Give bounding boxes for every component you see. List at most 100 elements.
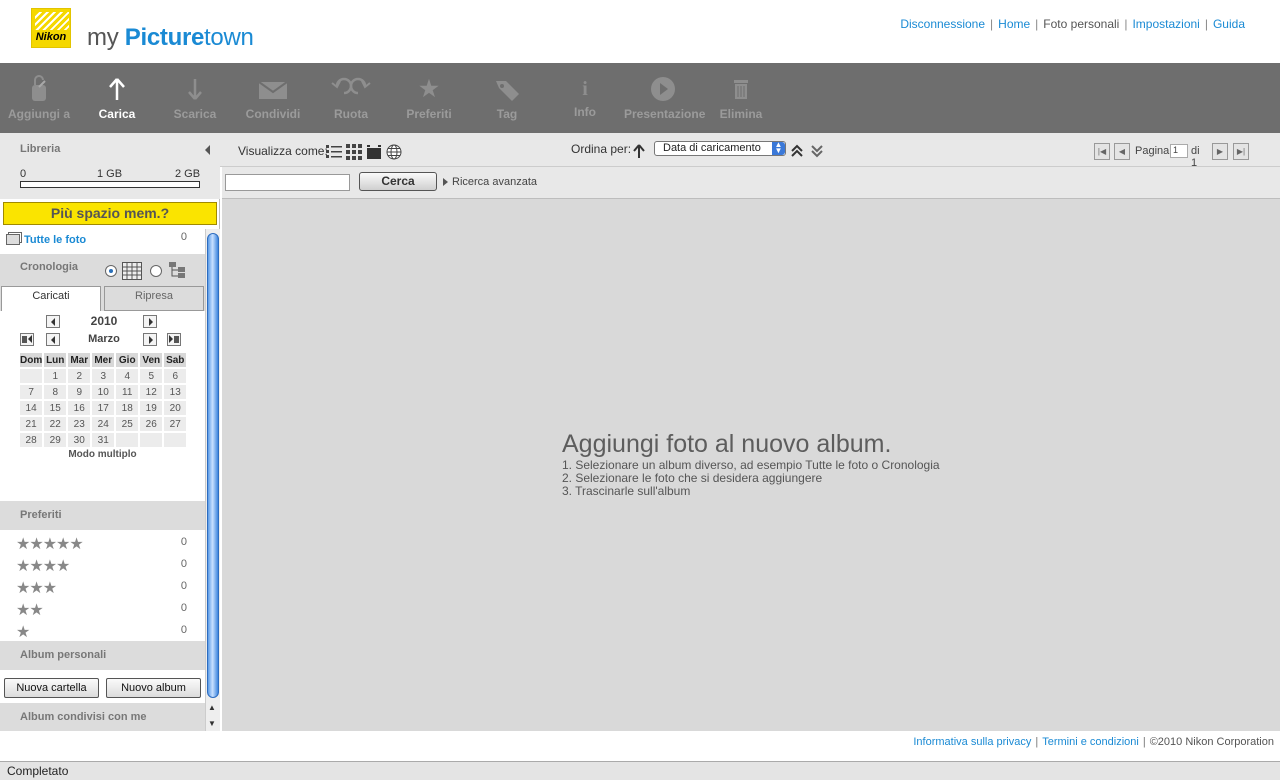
copyright: ©2010 Nikon Corporation xyxy=(1149,736,1274,748)
search-button[interactable]: Cerca xyxy=(359,172,437,191)
calendar-day[interactable]: 29 xyxy=(44,433,67,447)
upload-button[interactable]: Carica xyxy=(78,63,156,133)
first-month-button[interactable] xyxy=(20,333,34,346)
tree-view-radio[interactable] xyxy=(150,265,162,277)
storage-meter: 0 1 GB 2 GB xyxy=(0,167,220,199)
sort-top-icon[interactable] xyxy=(790,143,804,162)
sidebar-scrollbar[interactable]: ▲ ▼ xyxy=(205,229,220,731)
calendar-day[interactable]: 24 xyxy=(92,417,115,431)
brand-title[interactable]: my Picturetown xyxy=(87,24,254,52)
first-page-button[interactable]: |◀ xyxy=(1094,143,1110,160)
shared-albums-header: Album condivisi con me xyxy=(0,703,205,733)
grid-view-icon[interactable] xyxy=(346,144,362,160)
last-month-button[interactable] xyxy=(167,333,181,346)
calendar-day[interactable]: 15 xyxy=(44,401,67,415)
terms-link[interactable]: Termini e condizioni xyxy=(1042,736,1139,748)
rotate-button[interactable]: Ruota xyxy=(312,63,390,133)
favorites-button[interactable]: ★ Preferiti xyxy=(390,63,468,133)
calendar-day[interactable]: 19 xyxy=(140,401,163,415)
calendar-view-radio[interactable] xyxy=(105,265,117,277)
advanced-search-link[interactable]: Ricerca avanzata xyxy=(452,176,537,188)
four-star-icon: ★★★★ xyxy=(16,558,70,575)
calendar-day[interactable]: 25 xyxy=(116,417,139,431)
calendar-day[interactable]: 9 xyxy=(68,385,91,399)
favorites-4-stars[interactable]: ★★★★ 0 xyxy=(0,555,205,577)
calendar-day[interactable]: 27 xyxy=(164,417,187,431)
calendar-day[interactable]: 23 xyxy=(68,417,91,431)
sort-bottom-icon[interactable] xyxy=(810,143,824,162)
home-link[interactable]: Home xyxy=(998,17,1030,31)
calendar: 2010 Marzo Dom Lun Mar Mer Gio Ven Sab 1234567… xyxy=(0,311,205,501)
personal-albums-header: Album personali xyxy=(0,641,205,670)
prev-month-button[interactable] xyxy=(46,333,60,346)
prev-year-button[interactable] xyxy=(46,315,60,328)
tree-view-icon xyxy=(168,261,188,282)
calendar-day[interactable]: 14 xyxy=(20,401,43,415)
next-month-button[interactable] xyxy=(143,333,157,346)
calendar-day[interactable]: 18 xyxy=(116,401,139,415)
sort-select[interactable]: Data di caricamento ▲ ▼ xyxy=(654,141,786,156)
calendar-day[interactable]: 16 xyxy=(68,401,91,415)
search-input[interactable] xyxy=(225,174,350,191)
all-photos-item[interactable]: Tutte le foto 0 xyxy=(0,230,205,252)
tag-button[interactable]: Tag xyxy=(468,63,546,133)
sort-ascending-icon[interactable] xyxy=(633,143,645,162)
calendar-day[interactable]: 28 xyxy=(20,433,43,447)
calendar-day[interactable]: 17 xyxy=(92,401,115,415)
list-view-icon[interactable] xyxy=(326,144,342,160)
calendar-day[interactable]: 11 xyxy=(116,385,139,399)
calendar-day[interactable]: 7 xyxy=(20,385,43,399)
last-page-button[interactable]: ▶| xyxy=(1233,143,1249,160)
calendar-day[interactable]: 4 xyxy=(116,369,139,383)
scroll-thumb[interactable] xyxy=(207,233,219,698)
logout-link[interactable]: Disconnessione xyxy=(900,17,985,31)
calendar-day[interactable]: 20 xyxy=(164,401,187,415)
add-to-button[interactable]: Aggiungi a xyxy=(0,63,78,133)
calendar-day[interactable]: 5 xyxy=(140,369,163,383)
calendar-day[interactable]: 2 xyxy=(68,369,91,383)
calendar-day[interactable]: 1 xyxy=(44,369,67,383)
tab-taken[interactable]: Ripresa xyxy=(104,286,204,311)
five-star-icon: ★★★★★ xyxy=(16,536,84,553)
calendar-day[interactable]: 30 xyxy=(68,433,91,447)
calendar-day[interactable]: 10 xyxy=(92,385,115,399)
tab-uploaded[interactable]: Caricati xyxy=(1,286,101,311)
browser-status-bar: Completato xyxy=(0,761,1280,780)
calendar-day[interactable]: 26 xyxy=(140,417,163,431)
prev-page-button[interactable]: ◀ xyxy=(1114,143,1130,160)
weekday-header: Gio xyxy=(116,353,139,367)
download-button[interactable]: Scarica xyxy=(156,63,234,133)
next-page-button[interactable]: ▶ xyxy=(1212,143,1228,160)
filmstrip-view-icon[interactable] xyxy=(366,144,382,160)
help-link[interactable]: Guida xyxy=(1213,17,1245,31)
calendar-day[interactable]: 21 xyxy=(20,417,43,431)
calendar-day[interactable]: 8 xyxy=(44,385,67,399)
info-button[interactable]: i Info xyxy=(546,63,624,133)
map-view-icon[interactable] xyxy=(386,144,402,160)
calendar-day[interactable]: 6 xyxy=(164,369,187,383)
favorites-2-stars[interactable]: ★★ 0 xyxy=(0,599,205,621)
calendar-day[interactable]: 13 xyxy=(164,385,187,399)
next-year-button[interactable] xyxy=(143,315,157,328)
calendar-day[interactable]: 31 xyxy=(92,433,115,447)
favorites-1-star[interactable]: ★ 0 xyxy=(0,621,205,643)
calendar-day[interactable]: 22 xyxy=(44,417,67,431)
slideshow-button[interactable]: Presentazione xyxy=(624,63,705,133)
new-folder-button[interactable]: Nuova cartella xyxy=(4,678,99,698)
collapse-arrow-icon[interactable] xyxy=(205,145,210,155)
multi-mode-link[interactable]: Modo multiplo xyxy=(0,449,205,460)
new-album-button[interactable]: Nuovo album xyxy=(106,678,201,698)
settings-link[interactable]: Impostazioni xyxy=(1132,17,1199,31)
scroll-up-icon[interactable]: ▲ xyxy=(208,703,216,712)
favorites-5-stars[interactable]: ★★★★★ 0 xyxy=(0,533,205,555)
calendar-day[interactable]: 12 xyxy=(140,385,163,399)
scroll-down-icon[interactable]: ▼ xyxy=(208,719,216,728)
more-storage-button[interactable]: Più spazio mem.? xyxy=(3,202,217,225)
share-button[interactable]: Condividi xyxy=(234,63,312,133)
page-number-input[interactable]: 1 xyxy=(1170,144,1188,158)
delete-button[interactable]: Elimina xyxy=(702,63,780,133)
favorites-3-stars[interactable]: ★★★ 0 xyxy=(0,577,205,599)
privacy-link[interactable]: Informativa sulla privacy xyxy=(913,736,1031,748)
calendar-day[interactable]: 3 xyxy=(92,369,115,383)
nikon-logo[interactable]: Nikon xyxy=(31,8,71,48)
